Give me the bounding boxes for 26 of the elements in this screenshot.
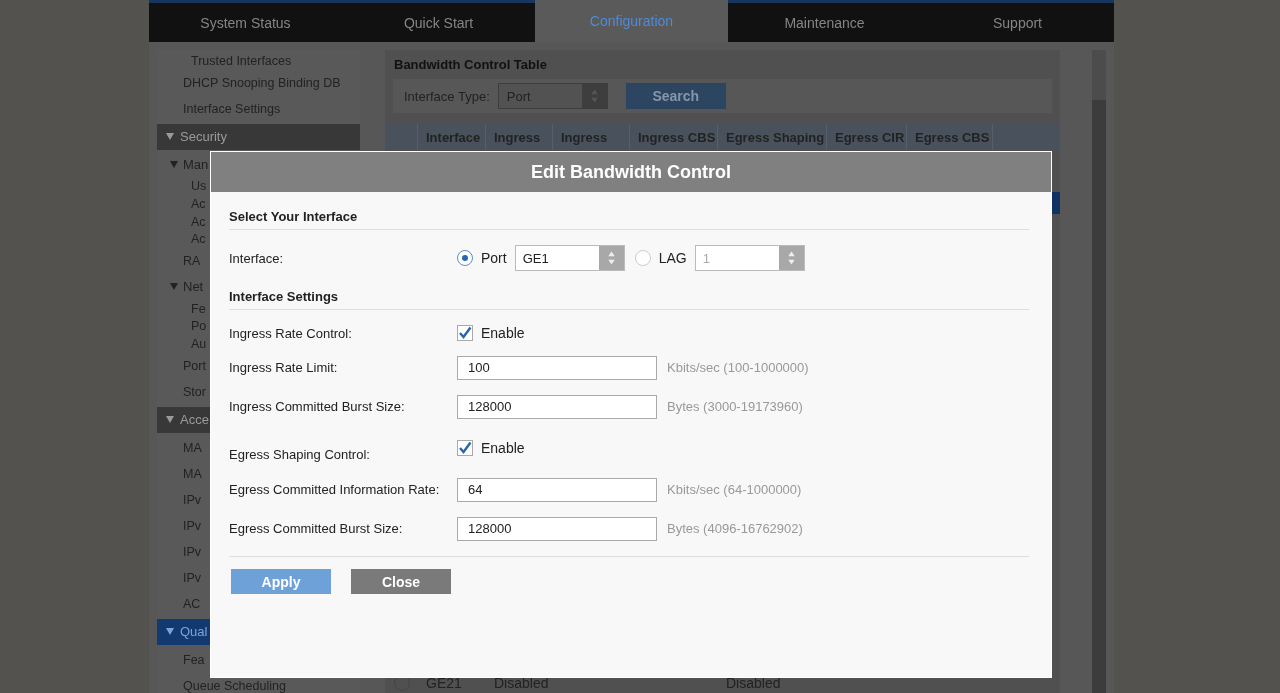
range-hint: Kbits/sec (100-1000000): [667, 360, 809, 375]
table-title: Bandwidth Control Table: [393, 56, 548, 74]
field-label: Ingress Rate Limit:: [229, 360, 339, 375]
checkbox-label: Enable: [481, 325, 525, 341]
radio-label: LAG: [658, 250, 687, 266]
column-header: Egress CIR: [827, 124, 907, 150]
range-hint: Kbits/sec (64-1000000): [667, 482, 802, 497]
field-label: Ingress Committed Burst Size:: [229, 399, 406, 414]
range-hint: Bytes (3000-19173960): [667, 399, 803, 414]
field-label: Egress Shaping Control:: [229, 446, 371, 462]
column-header: Interface: [418, 124, 486, 150]
section-title: Interface Settings: [229, 289, 1029, 310]
field-label: Ingress Rate Control:: [229, 325, 353, 341]
range-hint: Bytes (4096-16762902): [667, 521, 803, 536]
checkbox-label: Enable: [481, 440, 525, 456]
field-label: Egress Committed Burst Size:: [229, 521, 404, 536]
dialog-title: Edit Bandwidth Control: [211, 152, 1051, 192]
column-header: Ingress: [486, 124, 553, 150]
field-label: Interface:: [229, 250, 285, 266]
field-label: Egress Committed Information Rate:: [229, 482, 441, 497]
column-header: Egress CBS: [907, 124, 993, 150]
radio-label: Port: [481, 250, 507, 266]
column-header: Egress Shaping: [718, 124, 827, 150]
column-header: Ingress CBS: [630, 124, 718, 150]
column-header: Ingress: [553, 124, 630, 150]
section-title: Select Your Interface: [229, 209, 1029, 230]
